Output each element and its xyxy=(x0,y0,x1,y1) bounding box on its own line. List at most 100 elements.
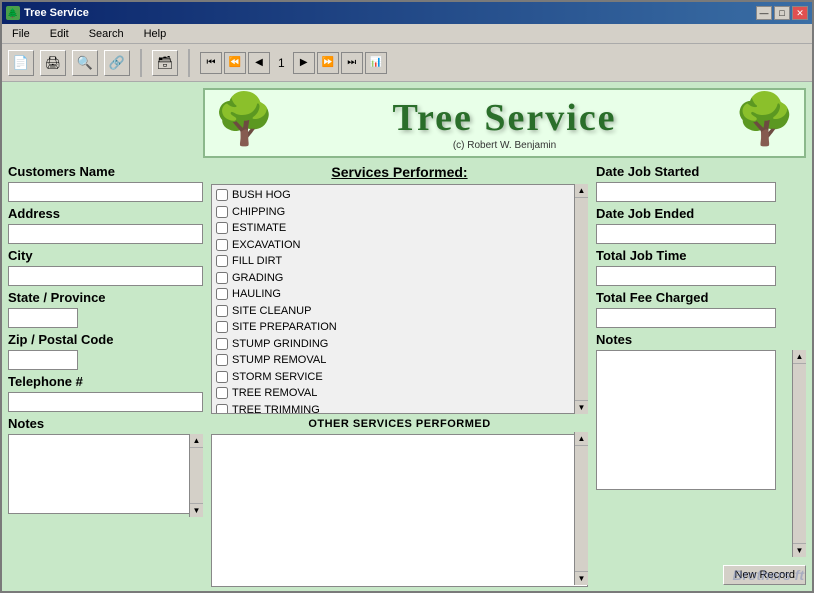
notes-left-input[interactable] xyxy=(8,434,203,514)
menu-file[interactable]: File xyxy=(6,26,36,42)
total-time-input[interactable] xyxy=(596,266,776,286)
db-button[interactable]: 🗃 xyxy=(152,50,178,76)
menu-edit[interactable]: Edit xyxy=(44,26,75,42)
services-scroll-up[interactable]: ▲ xyxy=(575,184,588,198)
service-label: STORM SERVICE xyxy=(232,369,323,386)
customers-name-group: Customers Name xyxy=(8,164,203,202)
city-input[interactable] xyxy=(8,266,203,286)
service-label: TREE TRIMMING xyxy=(232,402,320,415)
customers-name-label: Customers Name xyxy=(8,164,203,179)
nav-prev-prev[interactable]: ⏪ xyxy=(224,52,246,74)
left-column: Customers Name Address City State / Prov… xyxy=(8,164,203,585)
service-estimate: ESTIMATE xyxy=(216,220,583,237)
header-banner: 🌳 Tree Service (c) Robert W. Benjamin 🌳 xyxy=(203,88,806,158)
services-scroll-down[interactable]: ▼ xyxy=(575,400,588,414)
other-services-box[interactable] xyxy=(211,434,588,587)
new-record-button[interactable]: New Record xyxy=(723,565,806,585)
close-button[interactable]: ✕ xyxy=(792,6,808,20)
state-label: State / Province xyxy=(8,290,203,305)
check-bushhog[interactable] xyxy=(216,189,228,201)
services-scrollbar: ▲ ▼ xyxy=(574,184,588,414)
service-chipping: CHIPPING xyxy=(216,204,583,221)
notes-scroll-up[interactable]: ▲ xyxy=(793,350,806,364)
service-siteprep: SITE PREPARATION xyxy=(216,319,583,336)
notes-right-input[interactable] xyxy=(596,350,776,490)
check-excavation[interactable] xyxy=(216,239,228,251)
banner-subtitle: (c) Robert W. Benjamin xyxy=(453,140,556,151)
main-content: 🌳 Tree Service (c) Robert W. Benjamin 🌳 … xyxy=(2,82,812,591)
address-input[interactable] xyxy=(8,224,203,244)
address-label: Address xyxy=(8,206,203,221)
other-scroll-up[interactable]: ▲ xyxy=(575,432,588,446)
service-label: SITE CLEANUP xyxy=(232,303,311,320)
banner-title: Tree Service xyxy=(392,96,616,140)
check-filldirt[interactable] xyxy=(216,255,228,267)
other-scrollbar: ▲ ▼ xyxy=(574,432,588,585)
date-ended-group: Date Job Ended xyxy=(596,206,806,244)
check-hauling[interactable] xyxy=(216,288,228,300)
service-label: HAULING xyxy=(232,286,281,303)
check-estimate[interactable] xyxy=(216,222,228,234)
zip-label: Zip / Postal Code xyxy=(8,332,203,347)
middle-column: Services Performed: BUSH HOG CHIPPING ES… xyxy=(211,164,588,585)
phone-group: Telephone # xyxy=(8,374,203,412)
link-button[interactable]: 🔗 xyxy=(104,50,130,76)
services-box: BUSH HOG CHIPPING ESTIMATE EXCAVATION FI xyxy=(211,184,588,414)
minimize-button[interactable]: — xyxy=(756,6,772,20)
scroll-up-arrow[interactable]: ▲ xyxy=(190,434,203,448)
notes-scrollbar: ▲ ▼ xyxy=(189,434,203,517)
toolbar: 📄 🖨 🔍 🔗 🗃 ⏮ ⏪ ◀ 1 ▶ ⏩ ⏭ 📊 xyxy=(2,44,812,82)
separator xyxy=(140,49,142,77)
total-fee-label: Total Fee Charged xyxy=(596,290,806,305)
customers-name-input[interactable] xyxy=(8,182,203,202)
scroll-down-arrow[interactable]: ▼ xyxy=(190,503,203,517)
total-fee-input[interactable] xyxy=(596,308,776,328)
window-icon: 🌲 xyxy=(6,6,20,20)
notes-right-group: Notes ▲ ▼ xyxy=(596,332,806,557)
date-started-input[interactable] xyxy=(596,182,776,202)
right-column: Date Job Started Date Job Ended Total Jo… xyxy=(596,164,806,585)
nav-last[interactable]: ⏭ xyxy=(341,52,363,74)
maximize-button[interactable]: □ xyxy=(774,6,790,20)
bottom-right: New Record Brothers ft xyxy=(596,565,806,585)
check-stumpremoval[interactable] xyxy=(216,354,228,366)
service-label: SITE PREPARATION xyxy=(232,319,337,336)
check-chipping[interactable] xyxy=(216,206,228,218)
nav-next-next[interactable]: ⏩ xyxy=(317,52,339,74)
nav-prev[interactable]: ◀ xyxy=(248,52,270,74)
zip-group: Zip / Postal Code xyxy=(8,332,203,370)
print-button[interactable]: 🖨 xyxy=(40,50,66,76)
service-label: ESTIMATE xyxy=(232,220,286,237)
check-grading[interactable] xyxy=(216,272,228,284)
menu-search[interactable]: Search xyxy=(83,26,130,42)
tree-left-icon: 🌳 xyxy=(213,94,275,144)
check-sitecleanup[interactable] xyxy=(216,305,228,317)
nav-first[interactable]: ⏮ xyxy=(200,52,222,74)
check-treetrimming[interactable] xyxy=(216,404,228,414)
service-filldirt: FILL DIRT xyxy=(216,253,583,270)
search-button[interactable]: 🔍 xyxy=(72,50,98,76)
page-number: 1 xyxy=(272,56,291,70)
new-button[interactable]: 📄 xyxy=(8,50,34,76)
phone-input[interactable] xyxy=(8,392,203,412)
menu-bar: File Edit Search Help xyxy=(2,24,812,44)
notes-scroll-down[interactable]: ▼ xyxy=(793,543,806,557)
city-label: City xyxy=(8,248,203,263)
zip-input[interactable] xyxy=(8,350,78,370)
title-bar: 🌲 Tree Service — □ ✕ xyxy=(2,2,812,24)
other-scroll-down[interactable]: ▼ xyxy=(575,571,588,585)
check-stumpgrind[interactable] xyxy=(216,338,228,350)
date-ended-label: Date Job Ended xyxy=(596,206,806,221)
check-storm[interactable] xyxy=(216,371,228,383)
service-sitecleanup: SITE CLEANUP xyxy=(216,303,583,320)
check-siteprep[interactable] xyxy=(216,321,228,333)
check-treeremoval[interactable] xyxy=(216,387,228,399)
date-ended-input[interactable] xyxy=(596,224,776,244)
state-input[interactable] xyxy=(8,308,78,328)
notes-left-group: Notes ▲ ▼ xyxy=(8,416,203,517)
other-services-label: OTHER SERVICES PERFORMED xyxy=(211,418,588,430)
nav-report[interactable]: 📊 xyxy=(365,52,387,74)
menu-help[interactable]: Help xyxy=(138,26,173,42)
tree-right-icon: 🌳 xyxy=(734,94,796,144)
nav-next[interactable]: ▶ xyxy=(293,52,315,74)
